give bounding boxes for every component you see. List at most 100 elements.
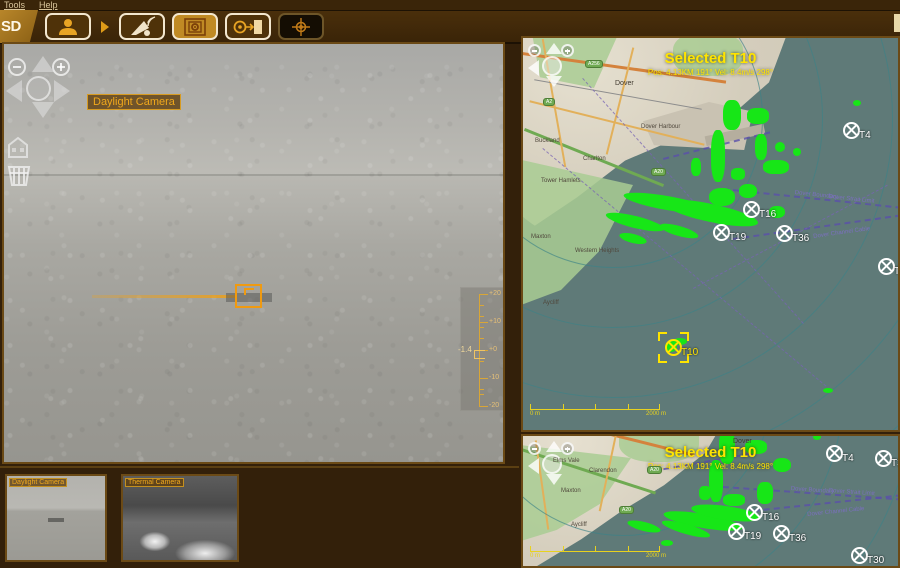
map-zoom-out-icon[interactable] [528, 44, 541, 57]
track-label: T4 [859, 130, 871, 141]
map-scale-max: 2000 m [645, 553, 666, 559]
map-route-shield: A20 [647, 466, 662, 474]
radar-return [699, 486, 711, 500]
track-marker-t36[interactable]: T36 [776, 225, 809, 244]
track-label: T19 [729, 232, 747, 243]
map-zoom-in-icon[interactable] [561, 442, 574, 455]
map-place-label: Dover [615, 80, 634, 87]
map-place-label: Buckland [535, 138, 560, 144]
map-place-label: Aycliff [571, 522, 587, 528]
flow-arrow-icon [98, 20, 112, 33]
radar-return [793, 148, 801, 156]
track-marker-t16[interactable]: T16 [746, 504, 779, 523]
track-marker-t16[interactable]: T16 [743, 201, 776, 220]
map-route-shield: A20 [619, 506, 634, 514]
map-place-label: Charlton [583, 156, 606, 162]
map-place-label: Elms Vale [553, 458, 580, 464]
radar-return [691, 158, 701, 176]
zoom-in-icon[interactable] [52, 58, 70, 76]
trash-icon[interactable] [7, 162, 31, 186]
map-pan-up-icon[interactable] [546, 43, 562, 54]
ptz-control-cluster[interactable] [6, 54, 70, 118]
main-video-panel[interactable]: Daylight Camera +20 +10 +0 -10 -20 -1.4 [2, 42, 505, 464]
track-label: T3 [894, 266, 900, 277]
panel-collapse-handle[interactable] [894, 14, 900, 32]
map-zoom-out-icon[interactable] [528, 442, 541, 455]
pan-left-arrow-icon[interactable] [6, 80, 22, 102]
track-marker-t19[interactable]: T19 [728, 523, 761, 542]
radar-dish-icon [131, 15, 156, 36]
radar-return [709, 188, 735, 206]
thumbnail-thermal-camera[interactable]: Thermal Camera [121, 474, 239, 562]
operator-button[interactable] [45, 13, 91, 40]
tilt-tick-label: +10 [489, 318, 501, 325]
map-scale-bar: 0 m 2000 m [530, 546, 666, 560]
zoom-out-icon[interactable] [8, 58, 26, 76]
thumbnail-daylight-camera[interactable]: Daylight Camera [5, 474, 107, 562]
map-route-shield: A20 [651, 168, 666, 176]
map-pan-down-icon[interactable] [546, 474, 562, 485]
track-marker-t19[interactable]: T19 [713, 224, 746, 243]
track-marker-t10-selected[interactable]: T10 [665, 339, 698, 358]
ptz-center-knob[interactable] [26, 76, 51, 101]
map-pan-knob[interactable] [542, 454, 562, 474]
crosshair-button[interactable] [278, 13, 324, 40]
tilt-elevation-scale[interactable]: +20 +10 +0 -10 -20 -1.4 [458, 287, 503, 411]
map-pan-knob[interactable] [542, 56, 562, 76]
map-place-label: Maxton [531, 234, 551, 240]
radar-sensor-button[interactable] [119, 13, 165, 40]
pan-down-arrow-icon[interactable] [32, 102, 54, 118]
tilt-current-value: -1.4 [458, 345, 472, 354]
map-place-label: Western Heights [575, 248, 620, 254]
tilt-tick-label: +20 [489, 290, 501, 297]
radar-map-panel-main[interactable]: Selected T10 Pos: 4.13KM 191° Vel: 8.4m/… [521, 36, 900, 432]
thumbnail-thermal-label: Thermal Camera [125, 478, 184, 487]
tilt-cursor[interactable] [474, 350, 485, 359]
target-square-icon [184, 17, 206, 36]
track-marker-t3[interactable]: T3 [875, 450, 898, 469]
tilt-tick-label: -10 [489, 374, 500, 381]
vessel-wake [92, 295, 237, 298]
menu-item-tools[interactable]: Tools [4, 0, 25, 10]
map-route-shield: A2 [543, 98, 556, 106]
thumbnail-daylight-image [7, 476, 105, 560]
menu-item-help[interactable]: Help [39, 0, 58, 10]
track-marker-t36[interactable]: T36 [773, 525, 806, 544]
radar-return [661, 540, 673, 546]
video-camera-label: Daylight Camera [87, 94, 181, 110]
radar-map-panel-secondary[interactable]: Selected T10 Pos: 4.13KM 191° Vel: 8.4m/… [521, 434, 900, 568]
track-label: T4 [842, 453, 854, 464]
map-pan-left-icon[interactable] [528, 458, 539, 474]
track-label: T16 [759, 209, 777, 220]
pan-right-arrow-icon[interactable] [54, 80, 70, 102]
tilt-tick-label: -20 [489, 402, 500, 409]
crosshair-icon [292, 17, 310, 36]
track-label: T3 [891, 458, 898, 469]
pan-up-arrow-icon[interactable] [32, 56, 54, 72]
surveillance-application-window: Tools Help SD Daylight Camera +20 +10 +0… [0, 0, 900, 568]
map-scale-min: 0 m [530, 411, 541, 417]
map-scale-bar: 0 m 2000 m [530, 404, 666, 418]
radar-return [763, 160, 789, 174]
track-marker-t4[interactable]: T4 [843, 122, 871, 141]
track-marker-t3[interactable]: T3 [878, 258, 898, 277]
track-marker-t30[interactable]: T30 [851, 547, 884, 566]
radar-return [853, 100, 861, 106]
track-marker-t4[interactable]: T4 [826, 445, 854, 464]
radar-return [755, 134, 767, 160]
map-selected-target-header: Selected T10 Pos: 4.13KM 191° Vel: 8.4m/… [523, 50, 898, 77]
radar-return [813, 436, 821, 440]
map-pan-down-icon[interactable] [546, 76, 562, 87]
video-sea-texture [4, 44, 503, 462]
target-tracking-button[interactable] [172, 13, 218, 40]
map-navigation-control[interactable] [527, 42, 577, 87]
track-label: T16 [762, 512, 780, 523]
map-pan-up-icon[interactable] [546, 441, 562, 452]
map-zoom-in-icon[interactable] [561, 44, 574, 57]
map-scale-min: 0 m [530, 553, 541, 559]
home-icon[interactable] [7, 136, 29, 158]
video-tracking-box[interactable] [235, 284, 262, 308]
map-place-label: Maxton [561, 488, 581, 494]
camera-assign-button[interactable] [225, 13, 271, 40]
map-pan-left-icon[interactable] [528, 60, 539, 76]
